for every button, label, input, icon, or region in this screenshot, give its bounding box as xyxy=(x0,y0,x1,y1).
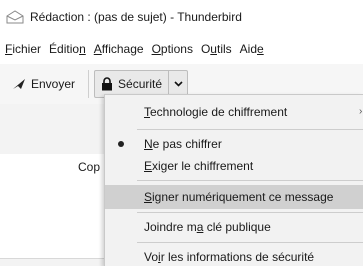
menu-item-security-info[interactable]: Voir les informations de sécurité xyxy=(105,245,363,266)
menu-separator xyxy=(137,212,363,213)
menu-item-sign-message[interactable]: Signer numériquement ce message xyxy=(105,185,363,209)
menu-item-no-encryption[interactable]: Ne pas chiffrer xyxy=(105,132,363,156)
chevron-down-icon xyxy=(173,81,183,87)
menu-item-label: Exiger le chiffrement xyxy=(144,159,254,173)
security-button-label: Sécurité xyxy=(118,77,163,91)
security-menu: Technologie de chiffrement › Ne pas chif… xyxy=(104,94,363,266)
compose-partial-label: Cop xyxy=(78,160,101,174)
menu-item-attach-public-key[interactable]: Joindre ma clé publique xyxy=(105,215,363,239)
menu-outils[interactable]: Outils xyxy=(197,34,236,64)
menu-edition[interactable]: Édition xyxy=(45,34,90,64)
menu-bar: Fichier Édition Affichage Options Outils… xyxy=(0,34,363,64)
submenu-arrow-icon: › xyxy=(359,106,363,117)
send-button[interactable]: Envoyer xyxy=(6,71,83,97)
toolbar-separator xyxy=(88,70,90,98)
menu-affichage[interactable]: Affichage xyxy=(90,34,148,64)
menu-separator xyxy=(137,180,363,181)
menu-fichier[interactable]: Fichier xyxy=(0,34,45,64)
menu-item-encryption-technology[interactable]: Technologie de chiffrement › xyxy=(105,100,363,124)
menu-aide[interactable]: Aide xyxy=(236,34,268,64)
menu-item-label: Technologie de chiffrement xyxy=(144,105,288,119)
menu-separator xyxy=(137,129,363,130)
menu-item-label: Voir les informations de sécurité xyxy=(144,250,315,264)
send-button-label: Envoyer xyxy=(31,77,76,91)
menu-options[interactable]: Options xyxy=(148,34,197,64)
window-title: Rédaction : (pas de sujet) - Thunderbird xyxy=(30,10,242,24)
menu-item-label: Signer numériquement ce message xyxy=(144,190,334,204)
menu-item-label: Joindre ma clé publique xyxy=(144,220,271,234)
radio-bullet-icon xyxy=(118,141,124,147)
send-arrow-icon xyxy=(13,79,25,89)
title-bar: Rédaction : (pas de sujet) - Thunderbird xyxy=(0,0,363,34)
menu-item-label: Ne pas chiffrer xyxy=(144,137,222,151)
menu-separator xyxy=(137,242,363,243)
menu-item-require-encryption[interactable]: Exiger le chiffrement xyxy=(105,154,363,178)
lock-icon xyxy=(102,77,113,91)
compose-window-icon xyxy=(6,10,24,24)
